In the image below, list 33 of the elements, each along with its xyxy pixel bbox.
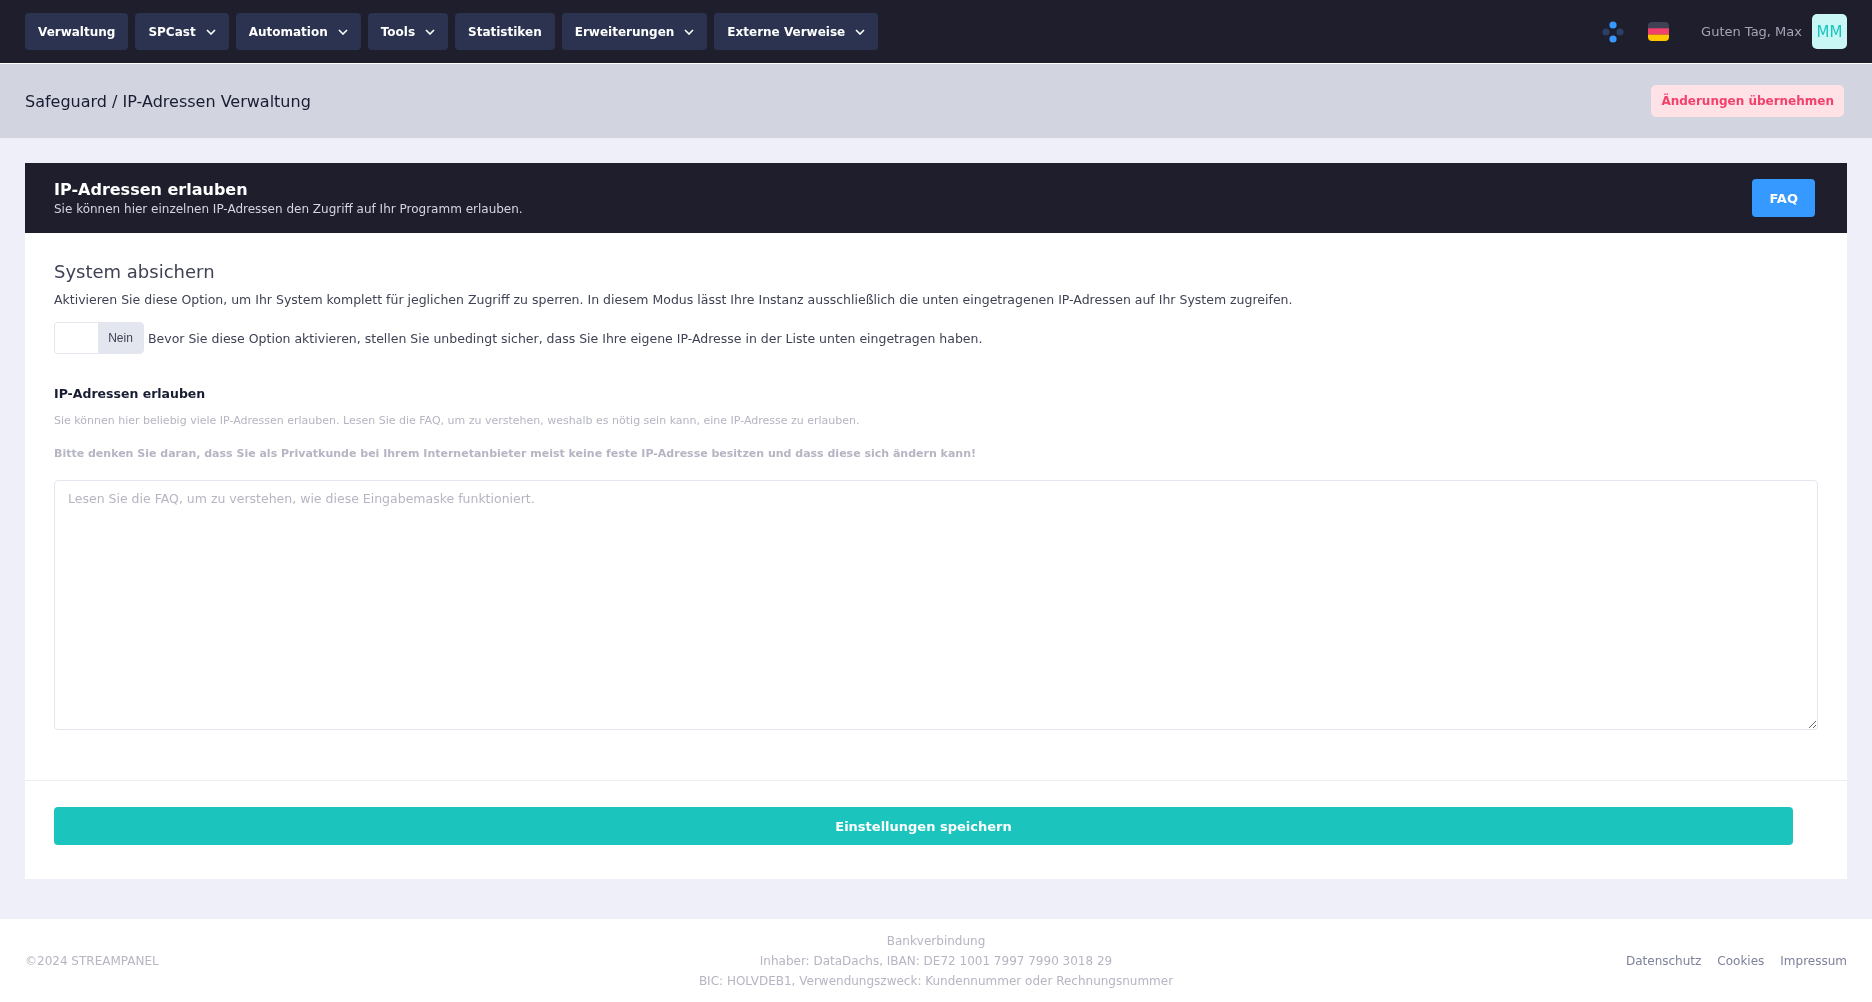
nav-menu-button[interactable]: Tools xyxy=(367,13,449,50)
field-label: IP-Adressen erlauben xyxy=(54,386,207,401)
card-subtitle: Sie können hier einzelnen IP-Adressen den Zugriff auf Ihr Programm erlauben. xyxy=(54,202,523,216)
greeting-text: Guten Tag, Max xyxy=(1701,24,1802,39)
section-title: System absichern xyxy=(54,261,216,282)
german-flag-icon[interactable] xyxy=(1648,22,1670,41)
nav-menu-button[interactable]: Erweiterungen xyxy=(561,13,708,50)
toggle-switch[interactable]: Nein xyxy=(54,322,144,354)
warning-text: Bitte denken Sie daran, dass Sie als Privatkunde bei Ihrem Internetanbieter meist keine feste IP-Adresse besitzen und dass diese sich ändern kann! xyxy=(54,447,978,460)
card-title: IP-Adressen erlauben xyxy=(54,180,249,199)
copyright-text: ©2024 STREAMPANEL xyxy=(25,954,159,968)
nav-menu-button[interactable]: Verwaltung xyxy=(25,13,129,50)
chevron-down-icon xyxy=(855,28,866,35)
nav-menu-button[interactable]: SPCast xyxy=(135,13,229,50)
footer-link[interactable]: Cookies xyxy=(1717,954,1765,968)
nav-menu-button[interactable]: Automation xyxy=(235,13,361,50)
footer-link[interactable]: Datenschutz xyxy=(1625,954,1702,968)
bank-details-text: BIC: HOLVDEB1, Verwendungszweck: Kundennummer oder Rechnungsnummer xyxy=(698,973,1174,990)
chevron-down-icon xyxy=(205,28,216,35)
toggle-hint: Bevor Sie diese Option aktivieren, stellen Sie unbedingt sicher, dass Sie Ihre eigene IP-Adresse in der Liste unten eingetragen haben. xyxy=(148,330,983,346)
help-text: Sie können hier beliebig viele IP-Adressen erlauben. Lesen Sie die FAQ, um zu verstehen, weshalb es nötig sein kann, eine IP-Adresse zu erlauben. xyxy=(54,414,861,427)
chevron-down-icon xyxy=(337,28,348,35)
footer-link[interactable]: Impressum xyxy=(1780,954,1847,968)
apps-icon[interactable] xyxy=(1602,20,1625,43)
chevron-down-icon xyxy=(425,28,436,35)
nav-menu-button[interactable]: Statistiken xyxy=(455,13,555,50)
breadcrumb: Safeguard / IP-Adressen Verwaltung xyxy=(25,91,311,111)
nav-menu-button[interactable]: Externe Verweise xyxy=(714,13,879,50)
ip-address-field[interactable]: Lesen Sie die FAQ, um zu verstehen, wie diese Eingabemaske funktioniert. xyxy=(54,480,1818,730)
section-description: Aktivieren Sie diese Option, um Ihr System komplett für jeglichen Zugriff zu sperren. In diesem Modus lässt Ihre Instanz ausschließlich die unten eingetragenen IP-Adressen auf Ihr System zugreifen. xyxy=(54,292,1294,307)
chevron-down-icon xyxy=(684,28,695,35)
bank-details-text: Inhaber: DataDachs, IBAN: DE72 1001 7997 7990 3018 29 xyxy=(759,953,1113,970)
bank-details-text: Bankverbindung xyxy=(886,933,986,950)
